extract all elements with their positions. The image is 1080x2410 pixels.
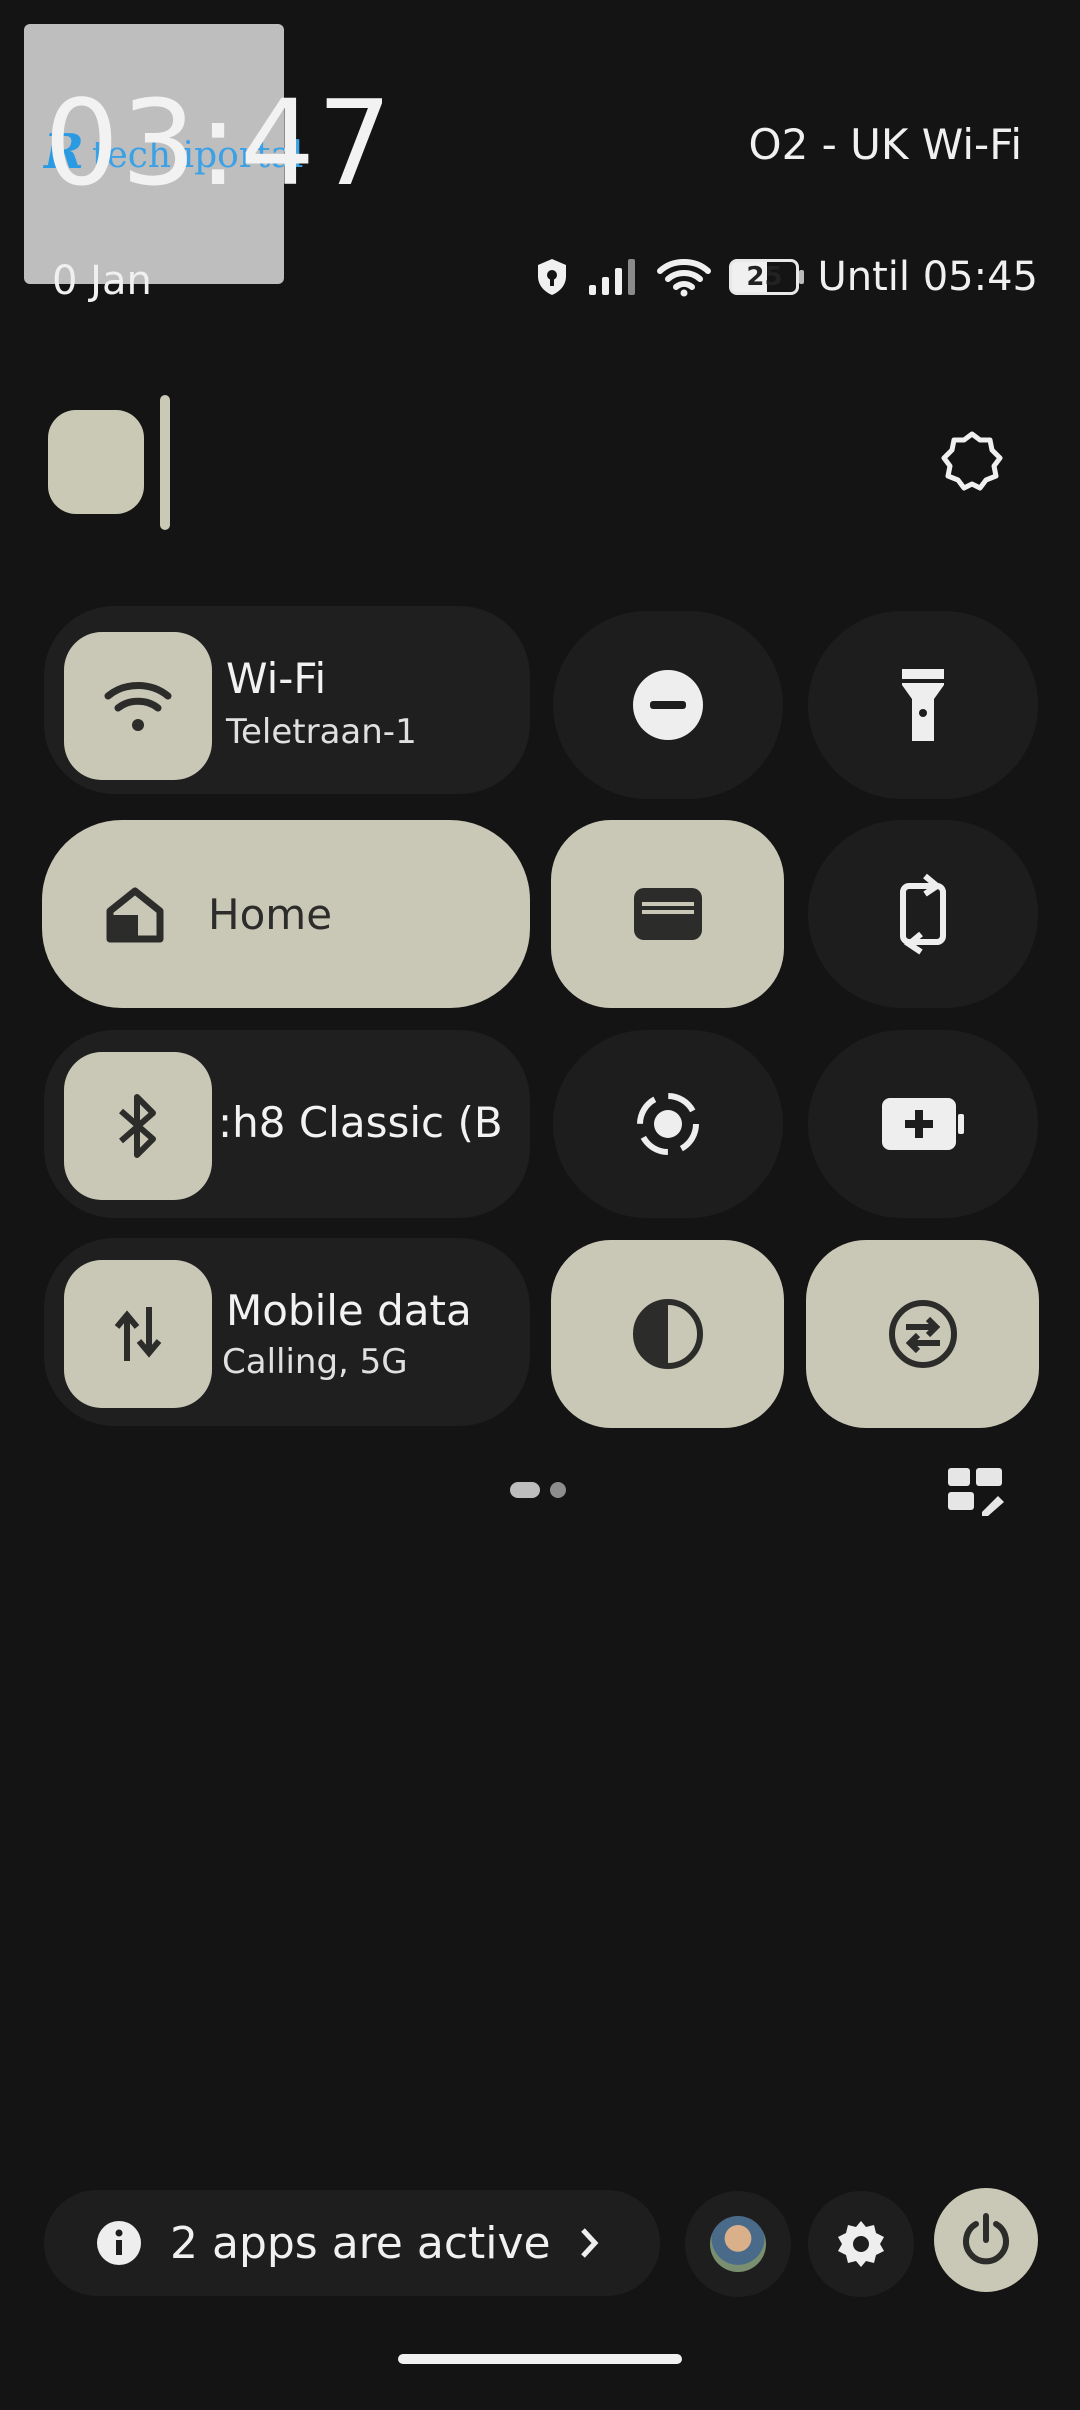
wallet-icon — [633, 888, 702, 940]
battery-icon: 25 — [729, 259, 805, 295]
mobile-data-tile-status: Calling, 5G — [222, 1342, 408, 1382]
active-apps-button[interactable]: 2 apps are active — [44, 2190, 660, 2296]
flashlight-icon — [902, 669, 944, 741]
chevron-right-icon — [580, 2228, 599, 2258]
mobile-data-tile-icon[interactable] — [64, 1260, 212, 1408]
brightness-slider-thumb[interactable] — [48, 410, 144, 514]
brightness-slider-track[interactable] — [160, 395, 170, 530]
mobile-data-tile-label: Mobile data — [226, 1286, 472, 1335]
screen-record-tile[interactable] — [553, 1030, 783, 1218]
bluetooth-tile-icon[interactable] — [64, 1052, 212, 1200]
power-icon — [963, 2213, 1009, 2265]
settings-edit-icon[interactable] — [938, 428, 1006, 496]
do-not-disturb-tile[interactable] — [553, 611, 783, 799]
auto-rotate-icon — [900, 873, 946, 955]
color-inversion-tile[interactable] — [551, 1240, 784, 1428]
home-tile[interactable]: Home — [42, 820, 530, 1008]
wifi-tile-network: Teletraan-1 — [226, 712, 417, 752]
user-switcher-button[interactable] — [685, 2191, 791, 2297]
signal-icon — [589, 259, 636, 295]
settings-button[interactable] — [808, 2191, 914, 2297]
flashlight-tile[interactable] — [808, 611, 1038, 799]
wallet-tile[interactable] — [551, 820, 784, 1008]
page-dot — [550, 1482, 566, 1498]
status-icons: 25 Until 05:45 — [535, 254, 1038, 300]
carrier-label: O2 - UK Wi-Fi — [748, 120, 1022, 169]
clock[interactable]: 03:47 — [44, 84, 394, 202]
wifi-tile-label: Wi-Fi — [226, 654, 327, 703]
edit-tiles-icon[interactable] — [946, 1466, 1006, 1516]
home-indicator[interactable] — [398, 2354, 682, 2364]
avatar — [710, 2216, 766, 2272]
data-saver-icon — [888, 1300, 957, 1368]
wifi-tile-icon[interactable] — [64, 632, 212, 780]
page-indicator — [510, 1482, 566, 1498]
vpn-shield-icon — [538, 259, 567, 295]
active-apps-label: 2 apps are active — [170, 2217, 551, 2269]
screen-record-icon — [637, 1093, 699, 1155]
battery-saver-tile[interactable] — [808, 1030, 1038, 1218]
home-tile-label: Home — [208, 889, 333, 939]
wifi-icon — [657, 259, 712, 297]
gear-icon — [838, 2221, 884, 2267]
contrast-icon — [632, 1299, 703, 1369]
home-icon — [106, 887, 164, 943]
battery-saver-icon — [882, 1098, 964, 1150]
battery-remaining: Until 05:45 — [817, 254, 1038, 300]
power-button[interactable] — [934, 2188, 1038, 2292]
do-not-disturb-icon — [633, 670, 703, 740]
info-icon — [97, 2221, 141, 2265]
data-saver-tile[interactable] — [806, 1240, 1039, 1428]
auto-rotate-tile[interactable] — [808, 820, 1038, 1008]
data-transfer-icon — [114, 1307, 162, 1361]
bluetooth-tile-label: :h8 Classic (B — [218, 1098, 503, 1147]
date-label[interactable]: 0 Jan — [52, 258, 152, 304]
bluetooth-icon — [119, 1094, 156, 1158]
wifi-icon — [104, 682, 172, 731]
page-dot-active — [510, 1482, 540, 1498]
